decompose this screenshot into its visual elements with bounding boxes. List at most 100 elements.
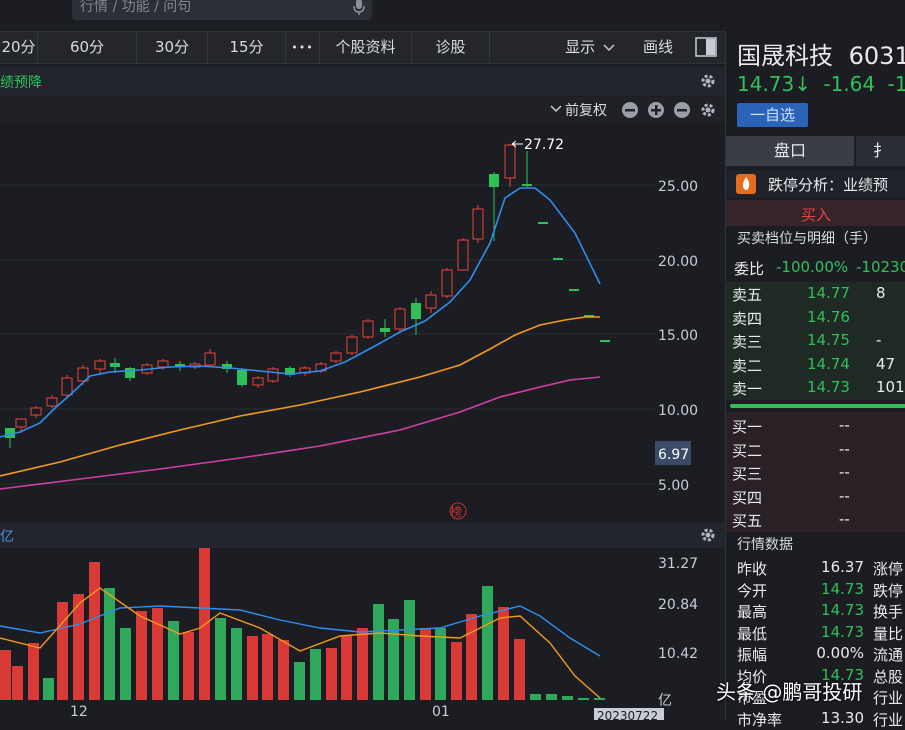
volume-bar bbox=[482, 586, 493, 700]
tab-next[interactable]: 扌 bbox=[856, 136, 905, 166]
more-periods-button[interactable]: ••• bbox=[286, 32, 320, 63]
price-change-pct: -10. bbox=[887, 72, 905, 96]
candle bbox=[285, 366, 295, 377]
candle-body bbox=[346, 336, 358, 354]
volume-bar bbox=[28, 643, 39, 700]
quote-key: 昨收 bbox=[737, 560, 768, 578]
candle bbox=[553, 258, 563, 260]
bid-price: -- bbox=[839, 416, 850, 434]
price-tick: 15.00 bbox=[658, 328, 698, 344]
price-tick: 20.00 bbox=[658, 254, 698, 270]
price-tick: 10.00 bbox=[658, 403, 698, 419]
bid-row[interactable]: 买一 -- bbox=[726, 414, 905, 437]
quote-section-title: 行情数据 bbox=[737, 537, 793, 553]
period-20min-button[interactable]: 20分 bbox=[0, 32, 38, 63]
ask-row[interactable]: 卖二 14.74 47 bbox=[726, 353, 905, 376]
ask-label: 卖五 bbox=[732, 286, 763, 304]
event-tag[interactable]: 绩预降 bbox=[0, 72, 42, 92]
diagnose-button[interactable]: 诊股 bbox=[412, 32, 490, 63]
adjust-mode-label[interactable]: 前复权 bbox=[565, 100, 607, 120]
ask-row[interactable]: 卖三 14.75 - bbox=[726, 329, 905, 352]
settings-gear-icon[interactable] bbox=[699, 72, 717, 90]
limit-analysis-row[interactable]: 跌停分析：业绩预 bbox=[726, 170, 905, 198]
ask-price: 14.74 bbox=[807, 354, 850, 373]
ask-row[interactable]: 卖四 14.76 bbox=[726, 306, 905, 329]
candle bbox=[569, 289, 579, 291]
quote-key: 振幅 bbox=[737, 646, 768, 664]
candle bbox=[252, 376, 264, 388]
price-tick: 25.00 bbox=[658, 179, 698, 195]
candle bbox=[600, 340, 610, 342]
volume-bar bbox=[104, 588, 115, 700]
volume-bar bbox=[357, 628, 368, 700]
quote-key: 最低 bbox=[737, 624, 768, 643]
bang-badge-text: 榜 bbox=[450, 504, 462, 519]
volume-bar bbox=[0, 650, 11, 700]
volume-bar bbox=[120, 628, 131, 700]
bid-row[interactable]: 买三 -- bbox=[726, 461, 905, 484]
period-60min-button[interactable]: 60分 bbox=[38, 32, 137, 63]
quote-key-2: 量比 bbox=[873, 624, 904, 643]
ask-row[interactable]: 卖五 14.77 8 bbox=[726, 282, 905, 305]
volume-bar bbox=[12, 666, 23, 700]
last-price: 14.73↓ bbox=[737, 72, 812, 96]
price-line: 14.73↓ -1.64 -10. bbox=[737, 72, 905, 96]
candlestick-chart[interactable]: 25.00 20.00 15.00 10.00 5.00 6.97 27.72 … bbox=[0, 123, 725, 583]
quote-value: 14.73 bbox=[821, 601, 864, 619]
volume-bar bbox=[466, 614, 477, 700]
minus-circle-icon[interactable] bbox=[673, 101, 691, 119]
candle-body bbox=[110, 363, 120, 367]
buy-button[interactable]: 买入 bbox=[801, 204, 831, 225]
draw-line-button[interactable]: 画线 bbox=[628, 32, 688, 63]
volume-bar bbox=[310, 649, 321, 700]
tab-pankou[interactable]: 盘口 bbox=[726, 136, 854, 166]
chevron-down-icon[interactable] bbox=[550, 105, 562, 113]
candle-body bbox=[569, 289, 579, 291]
display-dropdown[interactable]: 显示 bbox=[555, 32, 625, 63]
chart-area[interactable]: 绩预降 前复权 25.00 20.00 15.00 10.00 5.00 6.9… bbox=[0, 64, 725, 720]
buy-button-row[interactable]: 买入 bbox=[726, 200, 905, 226]
microphone-icon[interactable] bbox=[352, 0, 366, 16]
candle-body bbox=[411, 303, 421, 319]
quote-key: 最高 bbox=[737, 603, 768, 621]
stock-title: 国晟科技 6031 bbox=[737, 36, 905, 71]
volume-bar bbox=[294, 662, 305, 700]
volume-bar bbox=[578, 698, 589, 700]
weibi-value: -100.00% bbox=[776, 258, 849, 276]
candle bbox=[267, 367, 279, 383]
add-watchlist-button[interactable]: 一自选 bbox=[737, 103, 808, 127]
candles bbox=[5, 144, 610, 448]
candle-body bbox=[441, 269, 453, 297]
search-box[interactable] bbox=[72, 0, 372, 20]
x-axis-label: 01 bbox=[432, 704, 450, 720]
candle-body bbox=[538, 222, 548, 224]
candle bbox=[46, 395, 58, 408]
search-input[interactable] bbox=[78, 0, 338, 18]
period-30min-button[interactable]: 30分 bbox=[137, 32, 208, 63]
candle bbox=[457, 238, 469, 271]
candle-body bbox=[504, 144, 516, 179]
quote-value: 13.30 bbox=[821, 708, 864, 727]
volume-bar bbox=[530, 694, 541, 700]
minus-circle-icon[interactable] bbox=[621, 101, 639, 119]
candle bbox=[204, 349, 216, 367]
quote-value: 14.73 bbox=[821, 622, 864, 641]
bid-row[interactable]: 买五 -- bbox=[726, 508, 905, 531]
quote-key-2: 跌停 bbox=[873, 581, 904, 600]
bid-row[interactable]: 买四 -- bbox=[726, 485, 905, 508]
candle-body bbox=[489, 174, 499, 187]
quote-key: 今开 bbox=[737, 581, 768, 600]
quote-value: 14.73 bbox=[821, 579, 864, 598]
plus-circle-icon[interactable] bbox=[647, 101, 665, 119]
volume-bar bbox=[420, 628, 431, 700]
period-15min-button[interactable]: 15分 bbox=[208, 32, 286, 63]
ask-price: 14.76 bbox=[807, 307, 850, 326]
volume-chart[interactable]: 31.27 20.84 10.42 亿 12 01 20230722 bbox=[0, 548, 725, 720]
settings-gear-icon[interactable] bbox=[699, 526, 717, 544]
bid-row[interactable]: 买二 -- bbox=[726, 438, 905, 461]
stock-profile-button[interactable]: 个股资料 bbox=[320, 32, 412, 63]
ask-row[interactable]: 卖一 14.73 101. bbox=[726, 376, 905, 399]
panel-layout-icon[interactable] bbox=[695, 37, 717, 57]
settings-gear-icon[interactable] bbox=[699, 101, 717, 119]
candle-body bbox=[600, 340, 610, 342]
